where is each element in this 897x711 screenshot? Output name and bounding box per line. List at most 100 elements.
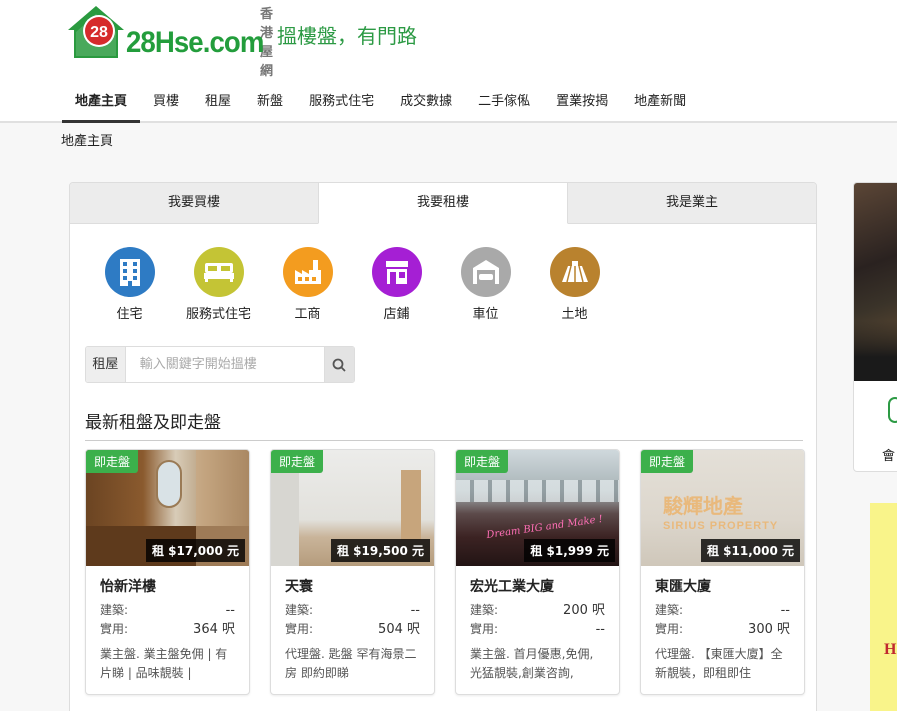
tab-owner[interactable]: 我是業主 [568,183,816,224]
main-nav: 地產主頁 買樓 租屋 新盤 服務式住宅 成交數據 二手傢俬 置業按揭 地產新聞 [62,82,699,123]
slogan: 搵樓盤，有門路 [277,24,417,48]
listing-photo: 即走盤 租 $17,000 元 [86,450,249,566]
nav-item-furniture[interactable]: 二手傢俬 [465,82,543,123]
garage-icon [460,247,511,297]
nav-item-news[interactable]: 地產新聞 [621,82,699,123]
category-label: 工商 [294,307,321,322]
price-tag: 租 $19,500 元 [330,539,430,562]
shop-icon [371,247,422,297]
factory-icon [282,247,333,297]
gross-label: 建築: [470,603,499,617]
listing-description: 代理盤. 【東匯大廈】全新靚裝，即租即住 [655,647,783,680]
side-ad-text: H [884,641,897,658]
logo-house-icon: 28 [68,6,124,58]
category-label: 車位 [472,307,499,322]
quick-badge: 即走盤 [86,450,139,473]
agency-sign-en: SIRIUS PROPERTY [663,520,779,532]
price-tag: 租 $17,000 元 [145,539,245,562]
search-type-label[interactable]: 租屋 [86,347,126,382]
gross-label: 建築: [655,603,684,617]
logo-badge: 28 [90,24,108,41]
site-header: 28 香港屋網 28Hse.com 搵樓盤，有門路 地產主頁 買樓 租屋 新盤 … [0,0,897,123]
net-label: 實用: [470,622,499,636]
listing-description: 代理盤. 匙盤 罕有海景二房 即約即睇 [285,647,417,680]
gross-value: -- [780,603,790,618]
net-area-row: 實用: 504 呎 [285,620,420,639]
nav-item-new[interactable]: 新盤 [244,82,296,123]
tab-rent[interactable]: 我要租樓 [318,183,568,224]
side-ad-banner[interactable]: H [870,503,897,711]
listing-photo: Dream BIG and Make ! 即走盤 租 $1,999 元 [456,450,619,566]
gross-value: -- [225,603,235,618]
category-parking[interactable]: 車位 [441,247,530,322]
listing-description: 業主盤. 業主盤免佣 | 有片睇 | 品味靚裝 | [100,647,228,680]
net-area-row: 實用: 364 呎 [100,620,235,639]
category-label: 住宅 [116,307,143,322]
listing-photo: 駿輝地產 SIRIUS PROPERTY 即走盤 租 $11,000 元 [641,450,804,566]
listing-card[interactable]: 即走盤 租 $19,500 元 天寰 建築: -- 實用: 504 呎 代理盤. 匙… [270,449,435,695]
search-bar: 租屋 [85,346,355,383]
net-area-row: 實用: 300 呎 [655,620,790,639]
net-label: 實用: [285,622,314,636]
gross-area-row: 建築: 200 呎 [470,601,605,620]
logo[interactable]: 28 香港屋網 28Hse.com [66,2,273,79]
net-label: 實用: [655,622,684,636]
listing-photo: 即走盤 租 $19,500 元 [271,450,434,566]
gross-area-row: 建築: -- [285,601,420,620]
category-label: 服務式住宅 [185,307,251,322]
listing-title: 東匯大廈 [655,579,711,595]
nav-item-home[interactable]: 地產主頁 [62,82,141,123]
search-input[interactable] [125,347,324,382]
nav-item-buy[interactable]: 買樓 [140,82,192,123]
search-panel: 我要買樓 我要租樓 我是業主 住宅 服務式住宅 工商 店鋪 車位 土地 租屋 輸… [69,182,817,711]
quick-badge: 即走盤 [271,450,324,473]
category-serviced[interactable]: 服務式住宅 [174,247,263,322]
quick-badge: 即走盤 [456,450,509,473]
listing-title: 怡新洋樓 [100,579,156,595]
section-title: 最新租盤及即走盤 [85,408,803,441]
category-residential[interactable]: 住宅 [85,247,174,322]
nav-item-rent[interactable]: 租屋 [192,82,244,123]
listing-title: 天寰 [285,579,313,595]
category-shop[interactable]: 店鋪 [352,247,441,322]
gross-value: 200 呎 [563,603,605,618]
breadcrumb[interactable]: 地產主頁 [61,130,113,149]
gross-area-row: 建築: -- [655,601,790,620]
net-value: 364 呎 [193,622,235,637]
category-land[interactable]: 土地 [530,247,619,322]
category-commercial[interactable]: 工商 [263,247,352,322]
quick-badge: 即走盤 [641,450,694,473]
land-icon [549,247,600,297]
category-list: 住宅 服務式住宅 工商 店鋪 車位 土地 [85,247,619,322]
nav-item-transactions[interactable]: 成交數據 [387,82,465,123]
net-label: 實用: [100,622,129,636]
listing-description: 業主盤. 首月優惠,免佣,光猛靚裝,創業咨詢, [470,647,594,680]
price-tag: 租 $11,000 元 [700,539,800,562]
gross-label: 建築: [285,603,314,617]
building-icon [104,247,155,297]
listing-card[interactable]: Dream BIG and Make ! 即走盤 租 $1,999 元 宏光工業… [455,449,620,695]
logo-text: 28Hse.com [126,26,264,59]
side-promo-label: 會 [882,449,896,464]
listing-card[interactable]: 駿輝地產 SIRIUS PROPERTY 即走盤 租 $11,000 元 東匯大… [640,449,805,695]
listing-card[interactable]: 即走盤 租 $17,000 元 怡新洋樓 建築: -- 實用: 364 呎 業主盤.… [85,449,250,695]
net-value: 504 呎 [378,622,420,637]
listing-title: 宏光工業大廈 [470,579,554,595]
listing-cards: 即走盤 租 $17,000 元 怡新洋樓 建築: -- 實用: 364 呎 業主盤.… [85,449,805,695]
nav-item-mortgage[interactable]: 置業按揭 [543,82,621,123]
net-value: -- [595,622,605,637]
search-button[interactable] [323,347,354,382]
tab-bar: 我要買樓 我要租樓 我是業主 [70,183,816,224]
nav-item-serviced[interactable]: 服務式住宅 [296,82,387,123]
side-promo-icon [888,397,897,423]
neon-sign: Dream BIG and Make ! [485,513,604,542]
category-label: 店鋪 [383,307,410,322]
tab-buy[interactable]: 我要買樓 [70,183,318,224]
agency-sign-cn: 駿輝地產 [663,494,743,518]
net-area-row: 實用: -- [470,620,605,639]
search-icon [332,358,347,372]
price-tag: 租 $1,999 元 [524,539,615,562]
gross-value: -- [410,603,420,618]
net-value: 300 呎 [748,622,790,637]
side-promo-card[interactable]: 會 [853,182,897,472]
